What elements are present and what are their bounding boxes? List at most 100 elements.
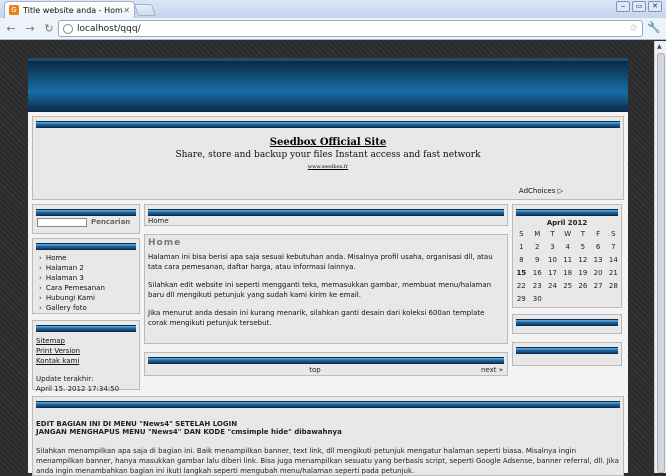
search-input[interactable] <box>37 218 87 227</box>
side-menu: Home Halaman 2 Halaman 3 Cara Pemesanan … <box>32 238 140 314</box>
calendar-day: 5 <box>580 242 586 251</box>
maximize-icon[interactable]: ▭ <box>632 1 646 12</box>
site-header <box>28 58 628 112</box>
calendar-month: April 2012 <box>546 219 588 227</box>
ad-title-link[interactable]: Seedbox Official Site <box>33 137 623 148</box>
search-bar <box>36 209 136 216</box>
tab-title: Title website anda - Home <box>23 5 124 15</box>
menu-item-halaman-3[interactable]: Halaman 3 <box>39 273 105 283</box>
footer-line-1: EDIT BAGIAN INI DI MENU "News4" SETELAH … <box>36 420 238 428</box>
new-tab-button[interactable] <box>133 4 157 16</box>
calendar-day <box>575 292 590 305</box>
calendar-day: 7 <box>611 242 616 251</box>
forward-icon[interactable]: → <box>22 22 38 35</box>
calendar-day: 8 <box>519 255 524 264</box>
menu-item-halaman-2[interactable]: Halaman 2 <box>39 263 105 273</box>
calendar-table: S M T W T F S 1234567 8 9 10 11 12 13 14 15 16 1… <box>513 227 621 305</box>
calendar-week: 29 30 <box>513 292 621 305</box>
search-box: Pencarian <box>32 204 140 234</box>
calendar-day <box>606 292 621 305</box>
minimize-icon[interactable]: ‒ <box>616 1 630 12</box>
footer-box: EDIT BAGIAN INI DI MENU "News4" SETELAH … <box>32 396 624 476</box>
calendar-day: 12 <box>578 255 588 264</box>
kontak-kami-link[interactable]: Kontak kami <box>36 356 136 366</box>
footer-line-2: JANGAN MENGHAPUS MENU "News4" DAN KODE "… <box>36 428 342 436</box>
top-link[interactable]: top <box>309 366 320 374</box>
calendar-week: 15 16 17 18 19 20 21 <box>513 266 621 279</box>
print-version-link[interactable]: Print Version <box>36 346 136 356</box>
address-bar[interactable]: localhost/qqq/ ☆ <box>58 20 643 37</box>
ad-box: Seedbox Official Site Share, store and b… <box>32 116 624 200</box>
calendar-day: 16 <box>532 268 542 277</box>
menu-item-gallery-foto[interactable]: Gallery foto <box>39 303 105 313</box>
footer-bar <box>36 401 620 408</box>
calendar-week: 1 2 3 4 56 7 <box>513 240 621 253</box>
footer-text: Silahkan menampilkan apa saja di bagian … <box>36 447 619 475</box>
calendar-day: 6 <box>595 242 601 251</box>
right-box-empty-2 <box>512 342 622 366</box>
calendar-day: 30 <box>532 294 542 303</box>
menu-bar <box>36 243 136 250</box>
calendar-day: 4 <box>565 242 570 251</box>
content-paragraph-3: Jika menurut anda desain ini kurang mena… <box>148 309 485 327</box>
pager-bar <box>148 357 504 364</box>
close-window-icon[interactable]: ✕ <box>648 1 662 12</box>
menu-item-home[interactable]: Home <box>39 253 105 263</box>
weekday-sun: S <box>519 229 524 238</box>
ad-bar <box>36 121 620 128</box>
back-icon[interactable]: ← <box>3 22 19 35</box>
links-bar <box>36 325 136 332</box>
content-paragraph-1: Halaman ini bisa berisi apa saja sesuai … <box>148 253 493 271</box>
calendar-bar <box>516 209 618 216</box>
calendar-day: 14 <box>608 255 618 264</box>
calendar-day <box>560 292 575 305</box>
calendar-day: 28 <box>608 281 618 290</box>
calendar-week: 8 9 10 11 12 13 14 <box>513 253 621 266</box>
calendar-day: 18 <box>563 268 573 277</box>
pager: top next » <box>145 364 507 376</box>
menu-item-hubungi-kami[interactable]: Hubungi Kami <box>39 293 105 303</box>
breadcrumb-bar <box>148 209 504 216</box>
menu-item-cara-pemesanan[interactable]: Cara Pemesanan <box>39 283 105 293</box>
calendar-day: 24 <box>547 281 557 290</box>
scroll-up-icon[interactable]: ▲ <box>657 43 662 50</box>
calendar-day: 29 <box>516 294 526 303</box>
calendar-day: 13 <box>593 255 603 264</box>
ad-description: Share, store and backup your files Insta… <box>175 150 481 160</box>
ad-url-link[interactable]: www.seedbox.fr <box>33 164 623 170</box>
wrench-icon[interactable]: 🔧 <box>647 21 661 34</box>
url-text: localhost/qqq/ <box>77 23 141 34</box>
adchoices-link[interactable]: AdChoices ▷ <box>519 187 563 195</box>
update-value: April 15. 2012 17:34:50 <box>36 385 120 393</box>
calendar-days-row: S M T W T F S <box>513 227 621 240</box>
close-tab-icon[interactable]: ✕ <box>123 6 130 15</box>
weekday-thu: T <box>580 229 586 238</box>
calendar-day: 22 <box>516 281 526 290</box>
page-title: Home <box>148 238 182 248</box>
search-button[interactable]: Pencarian <box>91 218 130 226</box>
calendar-day: 23 <box>532 281 542 290</box>
right-box-empty-1 <box>512 314 622 334</box>
calendar-box: April 2012 S M T W T F S 1234567 8 9 10 11 1… <box>512 204 622 308</box>
right-bar-2 <box>516 347 618 354</box>
sitemap-link[interactable]: Sitemap <box>36 336 136 346</box>
calendar-day <box>545 292 560 305</box>
breadcrumb[interactable]: Home <box>145 216 507 226</box>
weekday-sat: S <box>611 229 616 238</box>
globe-icon <box>63 23 73 34</box>
scrollbar[interactable]: ▲ <box>654 41 666 473</box>
links-box: Sitemap Print Version Kontak kami Update… <box>32 320 140 393</box>
browser-tab[interactable]: G Title website anda - Home ✕ <box>4 1 135 18</box>
right-bar-1 <box>516 319 618 326</box>
next-link[interactable]: next » <box>481 366 503 374</box>
scroll-thumb[interactable] <box>657 53 665 473</box>
reload-icon[interactable]: ↻ <box>41 22 57 35</box>
calendar-day: 27 <box>593 281 603 290</box>
calendar-day: 21 <box>608 268 618 277</box>
calendar-day: 11 <box>563 255 573 264</box>
favicon-icon: G <box>9 5 19 15</box>
calendar-day: 25 <box>563 281 573 290</box>
bookmark-star-icon[interactable]: ☆ <box>629 23 638 34</box>
pager-box: top next » <box>144 352 508 376</box>
site-wrapper: Seedbox Official Site Share, store and b… <box>28 58 628 476</box>
